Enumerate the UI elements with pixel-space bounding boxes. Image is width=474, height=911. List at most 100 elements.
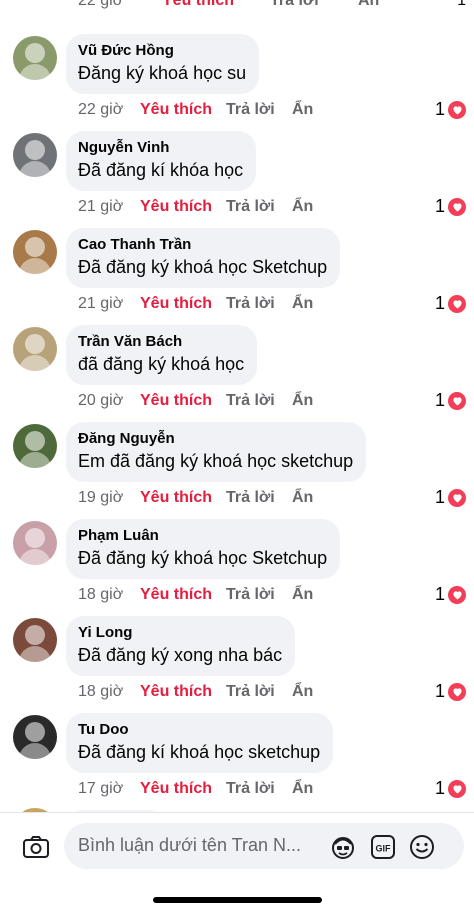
comment-partial-top: 22 giờ Yêu thích Trả lời Ẩn 1 (0, 0, 474, 20)
heart-icon (448, 100, 466, 119)
reaction-summary[interactable]: 1 (435, 196, 466, 217)
like-button[interactable]: Yêu thích (140, 101, 226, 119)
reply-button[interactable]: Trả lời (226, 392, 292, 410)
reply-button[interactable]: Trả lời (226, 683, 292, 701)
comment-actions: 21 giờ Yêu thích Trả lời Ẩn (78, 295, 313, 313)
gif-icon[interactable]: GIF (370, 834, 396, 860)
like-button[interactable]: Yêu thích (140, 780, 226, 798)
avatar-face (25, 528, 45, 548)
reaction-count: 1 (434, 778, 445, 798)
reaction-summary[interactable]: 1 (435, 584, 466, 605)
avatar[interactable] (13, 230, 57, 274)
comment-time: 21 giờ (78, 295, 124, 312)
reaction-summary[interactable]: 1 (435, 681, 466, 702)
comment-bubble[interactable]: Nguyễn Vinh Đã đăng kí khóa học (66, 131, 257, 191)
comment-author[interactable]: Cao Thanh Trần (78, 235, 327, 255)
comment-time: 21 giờ (78, 198, 124, 215)
reaction-count: 1 (434, 99, 445, 119)
like-button[interactable]: Yêu thích (140, 683, 226, 701)
avatar[interactable] (13, 133, 57, 177)
comment-item: Vũ Đức Hồng Đăng ký khoá học su 22 giờ Y… (0, 34, 474, 132)
reply-button[interactable]: Trả lời (226, 586, 292, 604)
comment-author[interactable]: Đăng Nguyễn (78, 429, 353, 449)
camera-icon[interactable] (22, 833, 50, 861)
avatar-face (25, 625, 45, 645)
comment-bubble[interactable]: Cao Thanh Trần Đã đăng ký khoá học Sketc… (66, 228, 341, 288)
comment-author[interactable]: Tu Doo (78, 720, 320, 740)
reply-button[interactable]: Trả lời (270, 0, 336, 10)
heart-icon (448, 197, 466, 216)
reply-button[interactable]: Trả lời (226, 489, 292, 507)
reaction-summary[interactable]: 1 (435, 487, 466, 508)
comment-actions: 18 giờ Yêu thích Trả lời Ẩn (78, 586, 313, 604)
comment-author[interactable]: Nguyễn Vinh (78, 138, 243, 158)
avatar-body (19, 161, 51, 177)
hide-button[interactable]: Ẩn (292, 101, 313, 119)
avatar-body (19, 743, 51, 759)
comment-input[interactable]: Bình luận dưới tên Tran N... GIF (64, 823, 464, 869)
hide-button[interactable]: Ẩn (292, 198, 313, 216)
hide-button[interactable]: Ẩn (292, 586, 313, 604)
avatar-face (25, 334, 45, 354)
reaction-count: 1 (457, 0, 466, 9)
hide-button[interactable]: Ẩn (292, 392, 313, 410)
avatar-sticker-icon[interactable] (330, 834, 356, 860)
comment-time: 18 giờ (78, 683, 124, 700)
heart-icon (448, 779, 466, 798)
comment-text: đã đăng ký khoá học (78, 354, 245, 374)
comment-bubble[interactable]: Vũ Đức Hồng Đăng ký khoá học su (66, 34, 260, 94)
comment-bubble[interactable]: Trần Văn Bách đã đăng ký khoá học (66, 325, 258, 385)
avatar[interactable] (13, 327, 57, 371)
reply-button[interactable]: Trả lời (226, 780, 292, 798)
reply-button[interactable]: Trả lời (226, 101, 292, 119)
like-button[interactable]: Yêu thích (140, 198, 226, 216)
comment-item: Trần Văn Bách đã đăng ký khoá học 20 giờ… (0, 325, 474, 423)
comment-author[interactable]: Vũ Đức Hồng (78, 41, 246, 61)
like-button[interactable]: Yêu thích (162, 0, 248, 10)
hide-button[interactable]: Ẩn (358, 0, 379, 10)
avatar[interactable] (13, 521, 57, 565)
reply-button[interactable]: Trả lời (226, 295, 292, 313)
reaction-summary[interactable]: 1 (435, 293, 466, 314)
like-button[interactable]: Yêu thích (140, 295, 226, 313)
hide-button[interactable]: Ẩn (292, 780, 313, 798)
reaction-count: 1 (434, 681, 445, 701)
comment-bubble[interactable]: Yi Long Đã đăng ký xong nha bác (66, 616, 296, 676)
home-indicator[interactable] (153, 897, 322, 903)
avatar[interactable] (13, 715, 57, 759)
hide-button[interactable]: Ẩn (292, 295, 313, 313)
comment-actions: 22 giờ Yêu thích Trả lời Ẩn (78, 101, 313, 119)
avatar[interactable] (13, 424, 57, 468)
emoji-icon[interactable] (409, 834, 435, 860)
comment-item: Cao Thanh Trần Đã đăng ký khoá học Sketc… (0, 228, 474, 326)
comment-bubble[interactable]: Phạm Luân Đã đăng ký khoá học Sketchup (66, 519, 341, 579)
like-button[interactable]: Yêu thích (140, 489, 226, 507)
comment-bubble[interactable]: Đăng Nguyễn Em đã đăng ký khoá học sketc… (66, 422, 367, 482)
reaction-summary[interactable]: 1 (435, 99, 466, 120)
hide-button[interactable]: Ẩn (292, 489, 313, 507)
reaction-count: 1 (434, 196, 445, 216)
comment-item: Đăng Nguyễn Em đã đăng ký khoá học sketc… (0, 422, 474, 520)
heart-icon (448, 488, 466, 507)
reaction-summary[interactable]: 1 (435, 390, 466, 411)
avatar[interactable] (13, 36, 57, 80)
comment-bubble[interactable]: Tu Doo Đã đăng kí khoá học sketchup (66, 713, 334, 773)
reaction-count: 1 (434, 487, 445, 507)
comment-author[interactable]: Trần Văn Bách (78, 332, 244, 352)
comment-actions: 17 giờ Yêu thích Trả lời Ẩn (78, 780, 313, 798)
comment-time: 17 giờ (78, 780, 124, 797)
comment-feed[interactable]: 22 giờ Yêu thích Trả lời Ẩn 1 Vũ Đức Hồn… (0, 0, 474, 812)
reaction-count: 1 (434, 293, 445, 313)
avatar[interactable] (13, 618, 57, 662)
hide-button[interactable]: Ẩn (292, 683, 313, 701)
comment-author[interactable]: Yi Long (78, 623, 282, 643)
comment-author[interactable]: Phạm Luân (78, 526, 327, 546)
comment-text: Đã đăng kí khóa học (78, 160, 244, 180)
avatar-face (25, 237, 45, 257)
reaction-summary[interactable]: 1 (435, 778, 466, 799)
like-button[interactable]: Yêu thích (140, 586, 226, 604)
like-button[interactable]: Yêu thích (140, 392, 226, 410)
comment-item: Phạm Luân Đã đăng ký khoá học Sketchup 1… (0, 519, 474, 617)
reply-button[interactable]: Trả lời (226, 198, 292, 216)
comment-actions: 19 giờ Yêu thích Trả lời Ẩn (78, 489, 313, 507)
